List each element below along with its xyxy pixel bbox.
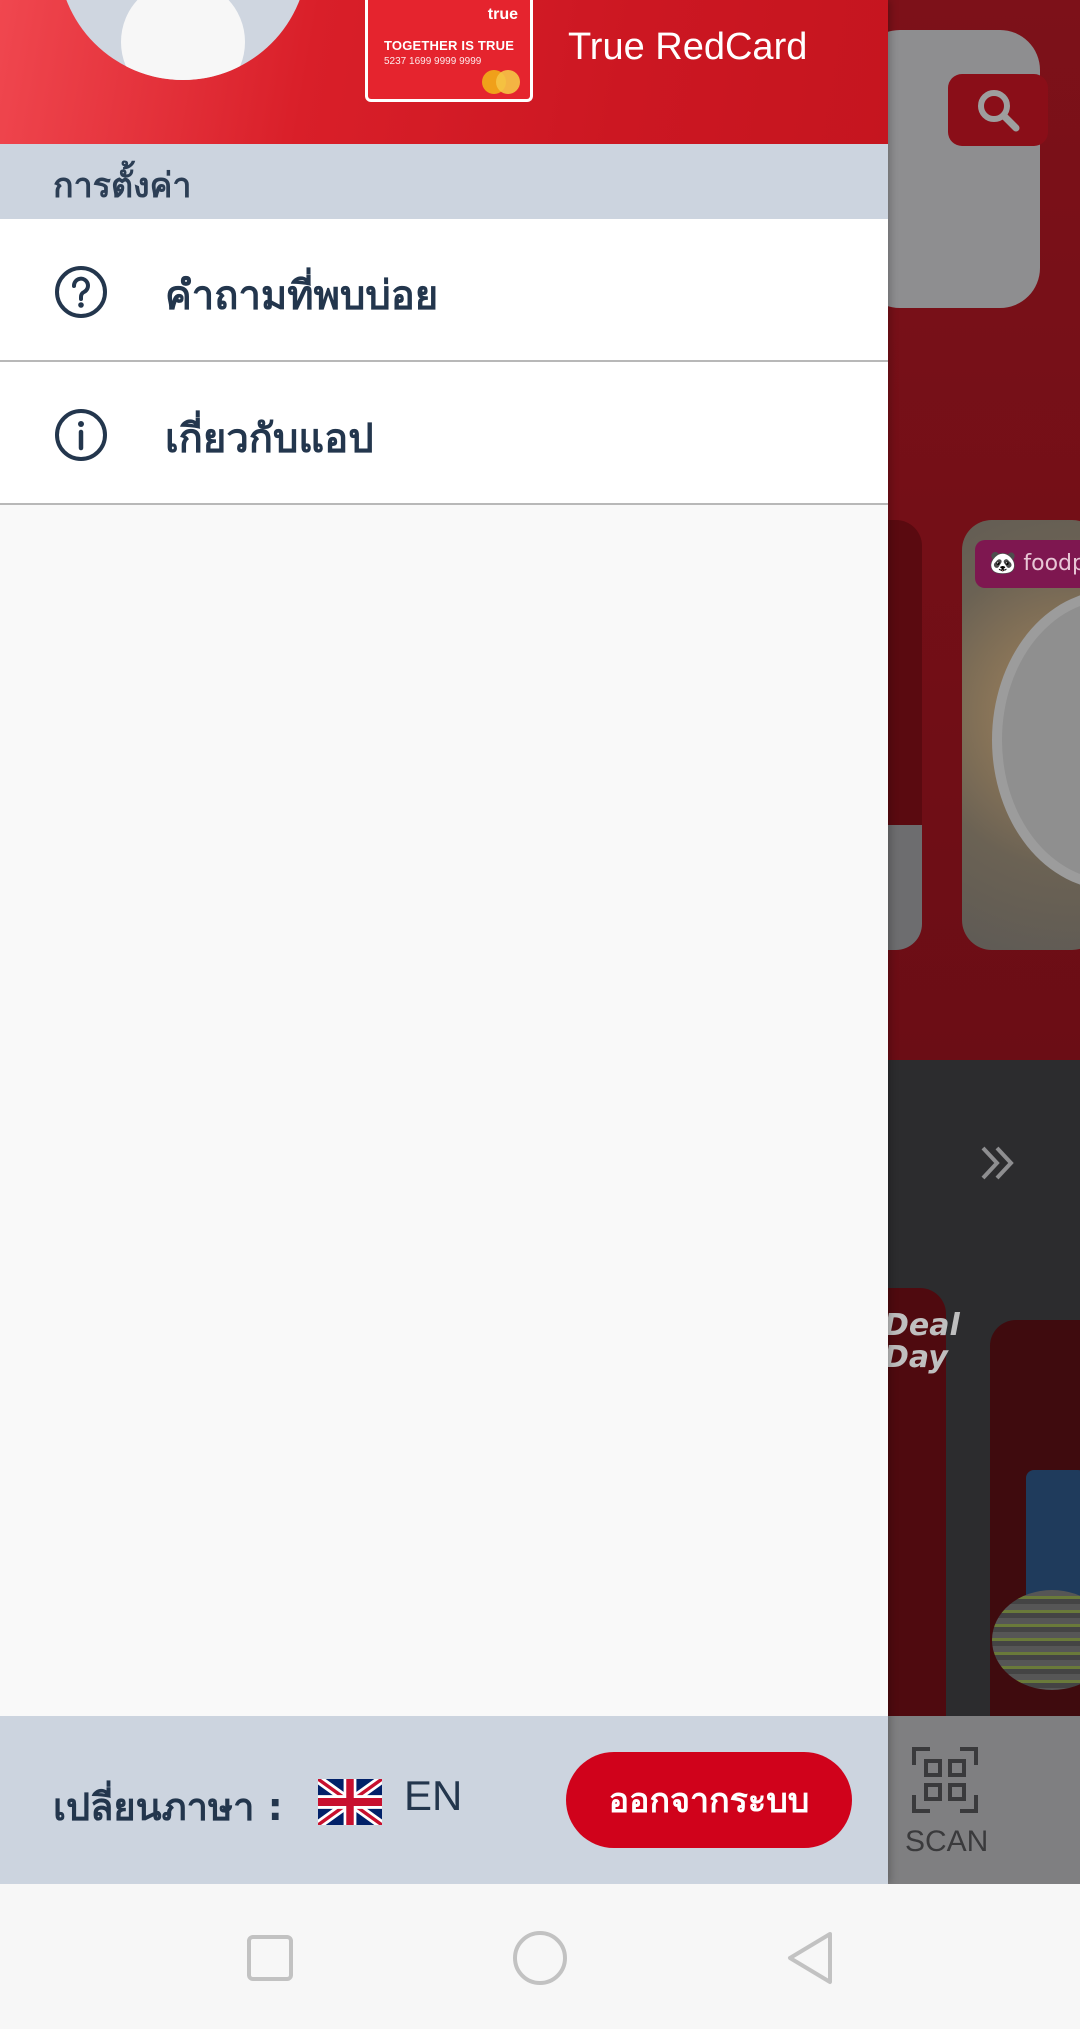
deal-text: Deal Day [884,1308,960,1375]
language-code[interactable]: EN [404,1772,462,1820]
double-chevron-right-icon [981,1146,1014,1180]
qr-scan-icon [912,1747,978,1813]
avatar[interactable] [58,0,308,80]
menu-item-about-app[interactable]: เกี่ยวกับแอป [0,362,888,505]
mastercard-icon [482,70,520,94]
drawer-footer: เปลี่ยนภาษา : EN ออกจากระบบ [0,1716,888,1884]
logout-button[interactable]: ออกจากระบบ [566,1752,852,1848]
menu-item-faq[interactable]: คำถามที่พบบ่อย [0,219,888,362]
card-number: 5237 1699 9999 9999 [384,56,482,67]
uk-flag-icon[interactable] [318,1779,382,1825]
avatar-silhouette [121,0,245,80]
home-icon[interactable] [510,1928,570,1988]
language-label: เปลี่ยนภาษา : [53,1785,283,1829]
recent-apps-icon[interactable] [240,1928,300,1988]
menu-item-label: เกี่ยวกับแอป [165,416,374,462]
search-icon [978,90,1020,132]
menu-item-label: คำถามที่พบบ่อย [165,273,439,319]
navigation-drawer: true TOGETHER IS TRUE 5237 1699 9999 999… [0,0,888,1884]
back-icon[interactable] [780,1928,840,1988]
scan-tab: SCAN [905,1745,988,1859]
card-title: True RedCard [568,26,808,68]
credit-card-thumbnail[interactable]: true TOGETHER IS TRUE 5237 1699 9999 999… [365,0,533,102]
system-navigation-bar [0,1884,1080,2029]
background-search-button [948,74,1048,146]
info-circle-icon [55,409,107,461]
card-tagline: TOGETHER IS TRUE [384,38,515,53]
drawer-header: true TOGETHER IS TRUE 5237 1699 9999 999… [0,0,888,144]
foodpanda-badge: 🐼 foodpa [975,540,1080,588]
settings-section-header: การตั้งค่า [0,144,888,219]
question-circle-icon [55,266,107,318]
section-title: การตั้งค่า [53,166,192,206]
card-brand-logo: true [487,6,518,23]
